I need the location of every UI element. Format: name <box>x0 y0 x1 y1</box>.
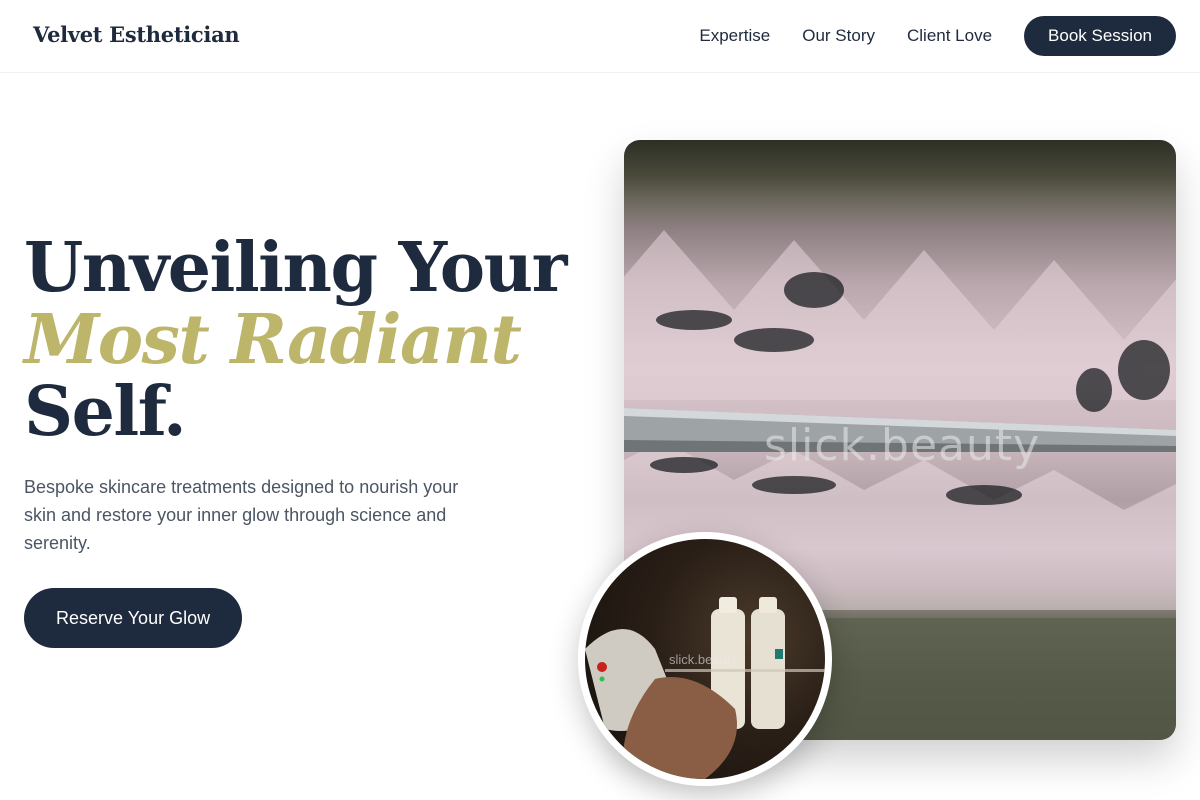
headline-accent: Most Radiant <box>24 300 522 380</box>
main-nav: Expertise Our Story Client Love Book Ses… <box>699 16 1176 56</box>
headline-line-3: Self. <box>24 372 187 452</box>
book-session-button[interactable]: Book Session <box>1024 16 1176 56</box>
site-header: Velvet Esthetician Expertise Our Story C… <box>0 0 1200 73</box>
headline-line-1: Unveiling Your <box>24 228 567 308</box>
hero-image-facial: slick.beauty <box>578 532 832 786</box>
circle-image-watermark: slick.beauty <box>669 652 737 667</box>
brand-logo[interactable]: Velvet Esthetician <box>33 22 240 47</box>
hero-headline: Unveiling Your Most Radiant Self. <box>24 228 567 452</box>
nav-link-our-story[interactable]: Our Story <box>802 16 875 56</box>
nav-link-client-love[interactable]: Client Love <box>907 16 992 56</box>
hero-subtext: Bespoke skincare treatments designed to … <box>24 477 459 553</box>
reserve-glow-button[interactable]: Reserve Your Glow <box>24 588 243 648</box>
nav-link-expertise[interactable]: Expertise <box>699 16 770 56</box>
main-image-watermark: slick.beauty <box>764 420 1041 471</box>
